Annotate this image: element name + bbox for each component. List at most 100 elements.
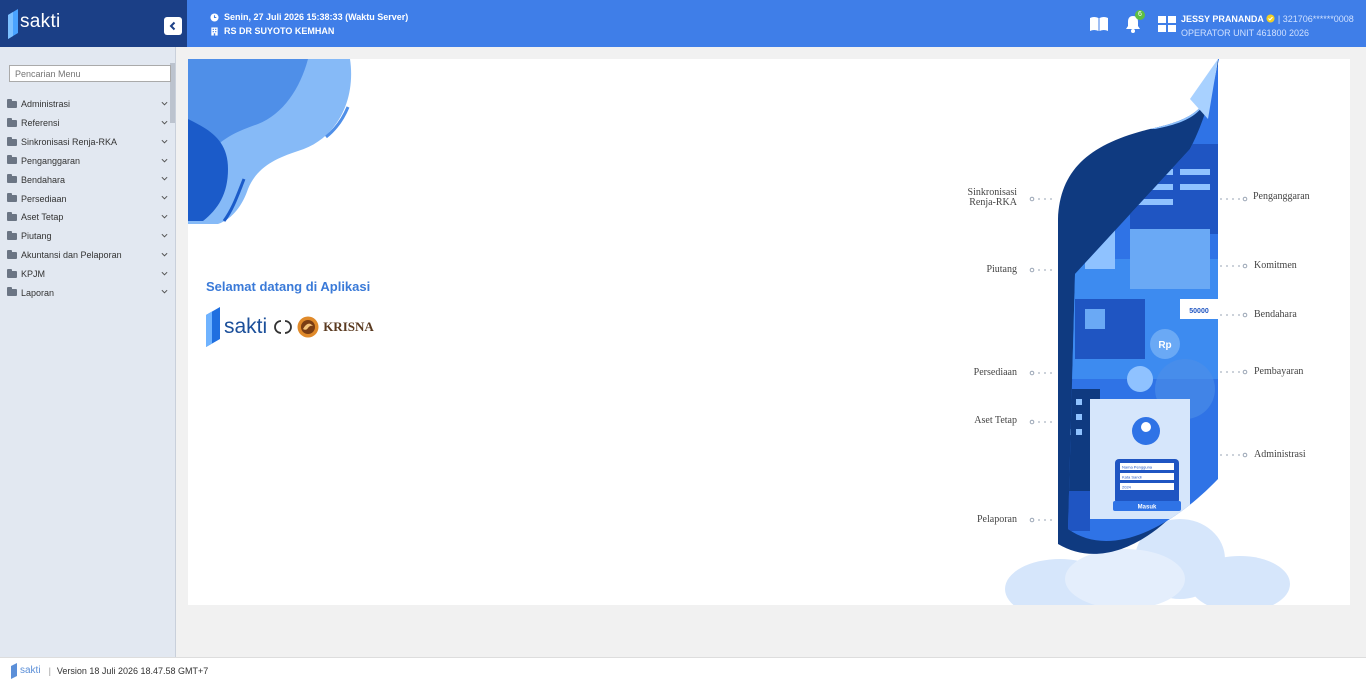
chevron-down-icon — [161, 177, 168, 181]
brand-logos: sakti KRISNA — [206, 307, 374, 347]
folder-icon — [7, 193, 17, 203]
chevron-down-icon — [161, 290, 168, 294]
label-pelaporan: Pelaporan — [977, 514, 1017, 525]
clock-icon — [210, 12, 219, 22]
sidebar-item-label: Aset Tetap — [21, 212, 64, 223]
book-icon — [1090, 17, 1108, 31]
header-actions: 6 — [1088, 10, 1178, 35]
book-button[interactable] — [1088, 13, 1110, 35]
folder-icon — [7, 174, 17, 184]
currency-mark: Rp — [1158, 340, 1171, 351]
sidebar-item-label: Bendahara — [21, 174, 66, 185]
folder-icon — [7, 268, 17, 278]
notification-badge: 6 — [1135, 10, 1145, 20]
welcome-text: Selamat datang di Aplikasi — [206, 279, 371, 294]
sidebar-item-label: Referensi — [21, 118, 60, 129]
label-administrasi: Administrasi — [1254, 449, 1306, 460]
sakti-logo-icon — [11, 662, 17, 679]
folder-icon — [7, 136, 17, 146]
sakti-logo-icon — [8, 9, 18, 39]
sidebar-menu: Administrasi Referensi Sinkronisasi Renj… — [0, 95, 176, 302]
krisna-logo-icon — [297, 316, 319, 338]
label-penganggaran: Penganggaran — [1253, 191, 1310, 202]
user-nip: | 321706******0008 — [1277, 14, 1354, 24]
login-submit-button: Masuk — [1138, 505, 1157, 511]
sakti-logo-icon — [206, 307, 220, 347]
main-content: Selamat datang di Aplikasi sakti KRISNA — [188, 59, 1350, 605]
sidebar-item-label: Akuntansi dan Pelaporan — [21, 250, 122, 261]
folder-icon — [7, 287, 17, 297]
unit-name: RS DR SUYOTO KEMHAN — [224, 26, 335, 36]
sidebar-item-kpjm[interactable]: KPJM — [0, 265, 176, 284]
footer-logo-text: sakti — [20, 665, 41, 676]
apps-button[interactable] — [1156, 13, 1178, 35]
chevron-down-icon — [161, 271, 168, 276]
building-icon — [211, 26, 218, 36]
sidebar: Administrasi Referensi Sinkronisasi Renj… — [0, 47, 176, 657]
sakti-logo-text: sakti — [224, 315, 268, 338]
label-komitmen: Komitmen — [1254, 260, 1297, 271]
version-text: Version 18 Juli 2026 18.47.58 GMT+7 — [56, 665, 209, 676]
folder-icon — [7, 230, 17, 240]
sidebar-item-administrasi[interactable]: Administrasi — [0, 95, 176, 114]
menu-search-input[interactable] — [9, 65, 171, 82]
chevron-down-icon — [161, 139, 168, 144]
sidebar-item-label: Persediaan — [21, 193, 67, 204]
brand-area: sakti — [0, 0, 187, 47]
app-logo-text: sakti — [20, 11, 61, 32]
sidebar-item-label: Penganggaran — [21, 155, 81, 166]
label-sinkronisasi: Sinkronisasi Renja-RKA — [967, 187, 1017, 208]
footer: sakti | Version 18 Juli 2026 18.47.58 GM… — [0, 657, 1366, 683]
sidebar-item-label: KPJM — [21, 269, 46, 280]
chevron-left-icon — [169, 21, 176, 31]
label-pembayaran: Pembayaran — [1254, 366, 1304, 377]
chevron-down-icon — [161, 214, 168, 219]
folder-icon — [7, 117, 17, 127]
user-info[interactable]: JESSY PRANANDA | 321706******0008 OPERAT… — [1181, 12, 1354, 40]
login-year-field: 2024 — [1122, 485, 1132, 490]
sidebar-item-aset-tetap[interactable]: Aset Tetap — [0, 208, 176, 227]
money-note: 50000 — [1189, 308, 1209, 315]
label-persediaan: Persediaan — [973, 367, 1017, 378]
chevron-down-icon — [161, 158, 168, 163]
folder-icon — [7, 155, 17, 165]
folder-icon — [7, 211, 17, 221]
server-info: Senin, 27 Juli 2026 15:38:33 (Waktu Serv… — [210, 10, 408, 38]
folder-icon — [7, 98, 17, 108]
sidebar-item-piutang[interactable]: Piutang — [0, 227, 176, 246]
label-bendahara: Bendahara — [1254, 309, 1297, 320]
chevron-down-icon — [161, 120, 168, 125]
user-role: OPERATOR UNIT 461800 2026 — [1181, 28, 1310, 38]
chevron-down-icon — [161, 252, 168, 257]
grid-icon — [1158, 16, 1176, 32]
sidebar-item-label: Sinkronisasi Renja-RKA — [21, 137, 118, 148]
sidebar-item-akuntansi[interactable]: Akuntansi dan Pelaporan — [0, 246, 176, 265]
sidebar-item-referensi[interactable]: Referensi — [0, 114, 176, 133]
sidebar-item-persediaan[interactable]: Persediaan — [0, 189, 176, 208]
login-user-field: Nama Pengguna — [1122, 465, 1153, 470]
sidebar-item-label: Administrasi — [21, 99, 71, 110]
footer-separator: | — [48, 665, 51, 676]
folder-icon — [7, 249, 17, 259]
krisna-logo-text: KRISNA — [323, 319, 374, 334]
sidebar-item-label: Piutang — [21, 231, 52, 242]
sync-icon — [274, 320, 293, 334]
chevron-down-icon — [161, 233, 168, 238]
sidebar-item-sinkronisasi[interactable]: Sinkronisasi Renja-RKA — [0, 133, 176, 152]
notification-button[interactable]: 6 — [1122, 10, 1145, 35]
login-password-field: Kata Sandi — [1122, 475, 1142, 480]
server-datetime: Senin, 27 Juli 2026 15:38:33 (Waktu Serv… — [224, 12, 409, 22]
chevron-down-icon — [161, 196, 168, 200]
label-aset-tetap: Aset Tetap — [974, 415, 1017, 426]
user-name: JESSY PRANANDA — [1181, 14, 1264, 24]
sidebar-item-bendahara[interactable]: Bendahara — [0, 170, 176, 189]
sidebar-item-label: Laporan — [21, 287, 55, 298]
chevron-down-icon — [161, 101, 168, 106]
verified-icon — [1266, 14, 1275, 23]
decorative-wave — [188, 59, 352, 224]
sidebar-collapse-button[interactable] — [164, 17, 182, 35]
sidebar-item-laporan[interactable]: Laporan — [0, 283, 176, 302]
top-bar: sakti Senin, 27 Juli 2026 15:38:33 (Wakt… — [0, 0, 1366, 47]
label-piutang: Piutang — [986, 264, 1017, 275]
sidebar-item-penganggaran[interactable]: Penganggaran — [0, 152, 176, 171]
